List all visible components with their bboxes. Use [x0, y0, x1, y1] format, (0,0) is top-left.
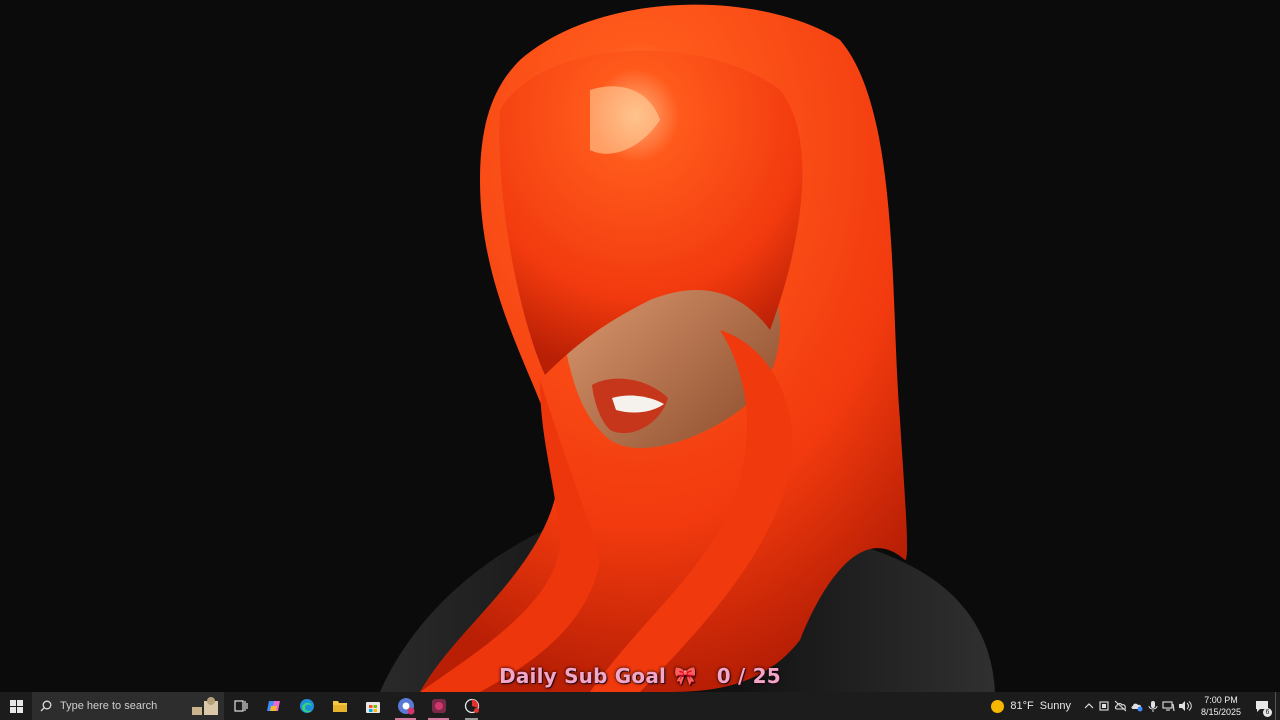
system-tray: 81°F Sunny 7:00 PM 8/15/2025 6 [985, 692, 1280, 720]
microphone-icon [1148, 700, 1158, 712]
tray-network-button[interactable] [1161, 692, 1177, 720]
clock-time: 7:00 PM [1204, 695, 1238, 705]
pink-app-button[interactable] [422, 692, 455, 720]
notification-center-button[interactable]: 6 [1249, 692, 1275, 720]
taskbar: Type here to search 81°F Sunny 7:00 PM 8… [0, 692, 1280, 720]
volume-icon [1178, 701, 1192, 711]
start-button[interactable] [0, 692, 32, 720]
tray-onedrive-button[interactable] [1129, 692, 1145, 720]
goal-count: 0 / 25 [716, 664, 781, 688]
cloud-off-icon [1115, 700, 1127, 712]
file-explorer-icon [332, 701, 347, 712]
sun-icon [991, 699, 1005, 713]
chrome-profile-icon [397, 698, 414, 715]
show-desktop-button[interactable] [1275, 692, 1280, 720]
daily-sub-goal-overlay: Daily Sub Goal 🎀 0 / 25 [0, 660, 1280, 692]
tray-volume-button[interactable] [1177, 692, 1193, 720]
search-highlight-icon [192, 697, 218, 715]
file-explorer-button[interactable] [323, 692, 356, 720]
task-view-button[interactable] [224, 692, 257, 720]
tray-cloud-off-button[interactable] [1113, 692, 1129, 720]
tray-meet-button[interactable] [1097, 692, 1113, 720]
app-pink-icon [431, 699, 446, 713]
chrome-profile-button[interactable] [389, 692, 422, 720]
edge-browser-icon [299, 699, 314, 713]
copilot-button[interactable] [257, 692, 290, 720]
microsoft-store-icon [365, 702, 380, 713]
app-red-dial-icon [464, 698, 479, 714]
microsoft-store-button[interactable] [356, 692, 389, 720]
onedrive-icon [1131, 703, 1143, 712]
ribbon-bow-icon: 🎀 [674, 665, 697, 687]
network-icon [1162, 701, 1175, 712]
weather-temp: 81°F [1010, 700, 1034, 712]
weather-widget[interactable]: 81°F Sunny [985, 699, 1081, 713]
meet-icon [1099, 701, 1109, 711]
goal-label: Daily Sub Goal [499, 664, 667, 688]
clock[interactable]: 7:00 PM 8/15/2025 [1193, 692, 1249, 720]
chevron-up-icon [1084, 703, 1094, 709]
task-view-icon [233, 700, 248, 712]
clock-date: 8/15/2025 [1200, 707, 1241, 717]
search-icon [40, 700, 52, 712]
windows-logo-icon [9, 699, 23, 713]
tray-microphone-button[interactable] [1145, 692, 1161, 720]
desktop-wallpaper [0, 0, 1280, 692]
search-box[interactable]: Type here to search [32, 692, 224, 720]
notification-badge: 6 [1263, 708, 1272, 717]
red-dial-app-button[interactable] [455, 692, 488, 720]
edge-browser-button[interactable] [290, 692, 323, 720]
search-placeholder: Type here to search [60, 700, 158, 712]
copilot-icon [266, 701, 280, 711]
weather-condition: Sunny [1039, 700, 1071, 712]
show-hidden-icons-button[interactable] [1081, 692, 1097, 720]
